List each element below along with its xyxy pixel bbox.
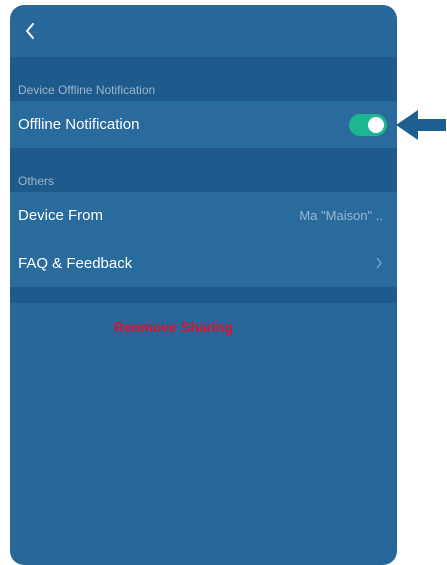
section-header-others: Others <box>10 148 397 192</box>
chevron-right-icon <box>376 257 382 269</box>
device-from-row[interactable]: Device From Ma "Maison" .. <box>10 192 397 239</box>
remove-sharing-button[interactable]: Renmove Sharing <box>10 303 397 335</box>
faq-feedback-label: FAQ & Feedback <box>18 254 133 272</box>
offline-notification-row: Offline Notification <box>10 101 397 148</box>
device-from-value: Ma "Maison" .. <box>299 208 383 223</box>
chevron-left-icon <box>26 23 34 39</box>
offline-notification-label: Offline Notification <box>18 116 140 133</box>
section-spacer <box>10 287 397 303</box>
offline-notification-toggle[interactable] <box>349 113 387 136</box>
section-header-others-label: Others <box>18 174 55 188</box>
section-header-offline: Device Offline Notification <box>10 57 397 101</box>
app-screen: Device Offline Notification Offline Noti… <box>10 5 397 565</box>
faq-feedback-row[interactable]: FAQ & Feedback <box>10 239 397 287</box>
section-header-offline-label: Device Offline Notification <box>18 83 156 97</box>
annotation-arrow-icon <box>396 110 446 140</box>
toggle-knob <box>368 116 384 133</box>
device-from-label: Device From <box>18 207 104 224</box>
top-bar <box>10 5 397 57</box>
back-button[interactable] <box>24 21 44 41</box>
